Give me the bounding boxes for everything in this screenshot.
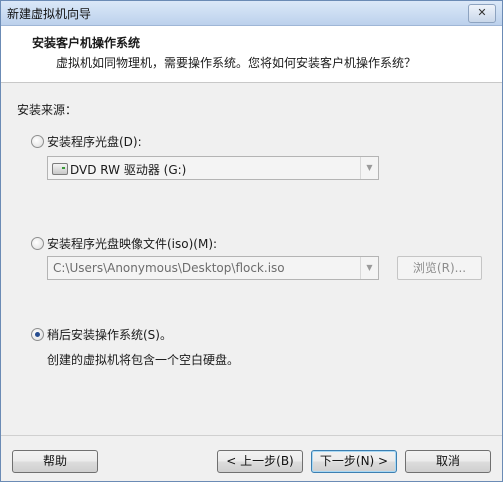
chevron-down-icon[interactable]: ▼ xyxy=(360,257,378,279)
window-title: 新建虚拟机向导 xyxy=(7,7,92,21)
disc-radio-label[interactable]: 安装程序光盘(D): xyxy=(47,133,142,150)
install-later-description: 创建的虚拟机将包含一个空白硬盘。 xyxy=(47,353,240,367)
drive-select[interactable]: DVD RW 驱动器 (G:) ▼ xyxy=(47,156,379,180)
iso-path-select[interactable]: C:\Users\Anonymous\Desktop\flock.iso ▼ xyxy=(47,256,379,280)
close-button[interactable]: ✕ xyxy=(468,4,496,23)
wizard-window: 新建虚拟机向导 ✕ 安装客户机操作系统 虚拟机如同物理机，需要操作系统。您将如何… xyxy=(0,0,503,482)
drive-select-value: DVD RW 驱动器 (G:) xyxy=(70,163,187,177)
footer-divider xyxy=(1,435,502,436)
title-bar[interactable]: 新建虚拟机向导 ✕ xyxy=(1,1,502,26)
iso-path-value: C:\Users\Anonymous\Desktop\flock.iso xyxy=(53,261,285,275)
wizard-body: 安装来源： 安装程序光盘(D): DVD RW 驱动器 (G:) ▼ 安装程序光… xyxy=(1,83,502,433)
back-button[interactable]: < 上一步(B) xyxy=(217,450,303,473)
install-later-radio[interactable] xyxy=(31,328,44,341)
iso-radio[interactable] xyxy=(31,237,44,250)
close-icon: ✕ xyxy=(477,6,487,19)
page-subtitle: 虚拟机如同物理机，需要操作系统。您将如何安装客户机操作系统？ xyxy=(56,56,417,70)
dvd-drive-icon xyxy=(52,163,68,175)
install-source-label: 安装来源： xyxy=(17,103,78,117)
install-later-label[interactable]: 稍后安装操作系统(S)。 xyxy=(47,326,172,343)
help-button[interactable]: 帮助 xyxy=(12,450,98,473)
browse-button[interactable]: 浏览(R)... xyxy=(397,256,482,280)
chevron-down-icon[interactable]: ▼ xyxy=(360,157,378,179)
next-button[interactable]: 下一步(N) > xyxy=(311,450,397,473)
page-title: 安装客户机操作系统 xyxy=(32,36,141,50)
disc-radio[interactable] xyxy=(31,135,44,148)
cancel-button[interactable]: 取消 xyxy=(405,450,491,473)
iso-radio-label[interactable]: 安装程序光盘映像文件(iso)(M): xyxy=(47,235,217,252)
wizard-header: 安装客户机操作系统 虚拟机如同物理机，需要操作系统。您将如何安装客户机操作系统？ xyxy=(1,26,502,83)
